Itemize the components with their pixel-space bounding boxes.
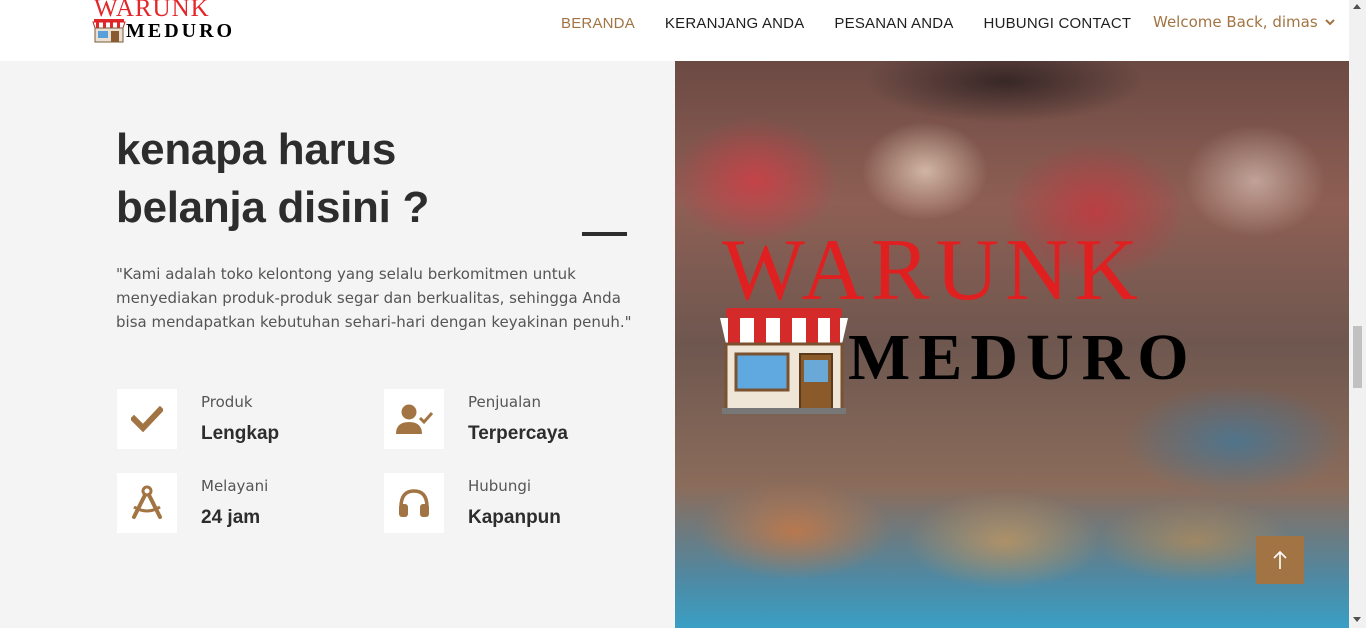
logo-text-bottom: MEDURO [126, 20, 236, 42]
scroll-up-arrow-icon[interactable] [1353, 4, 1361, 9]
about-description: "Kami adalah toko kelontong yang selalu … [116, 265, 632, 331]
feature-value: Terpercaya [468, 423, 568, 444]
feature-icon-box [117, 389, 177, 449]
shop-icon [720, 308, 848, 414]
nav-item-hubungi[interactable]: HUBUNGI CONTACT [984, 15, 1132, 32]
main-nav: BERANDA KERANJANG ANDA PESANAN ANDA HUBU… [546, 0, 1161, 46]
nav-item-keranjang[interactable]: KERANJANG ANDA [665, 15, 805, 32]
brand-logo[interactable]: WARUNK MEDURO [92, 0, 252, 46]
feature-hubungi: Hubungi Kapanpun [384, 473, 624, 533]
feature-value: Kapanpun [468, 507, 561, 528]
nav-item-beranda[interactable]: BERANDA [561, 15, 635, 32]
compass-drafting-icon [132, 485, 162, 519]
section-heading: kenapa harus belanja disini ? [116, 121, 536, 237]
headphones-icon [399, 489, 429, 517]
scroll-down-arrow-icon[interactable] [1353, 617, 1361, 622]
feature-label: Hubungi [468, 477, 532, 495]
feature-icon-box [384, 473, 444, 533]
feature-label: Produk [201, 393, 253, 411]
page-scrollbar[interactable] [1349, 0, 1366, 628]
nav-item-pesanan[interactable]: PESANAN ANDA [834, 15, 953, 32]
feature-penjualan: Penjualan Terpercaya [384, 389, 624, 449]
shop-icon [92, 19, 126, 43]
feature-icon-box [384, 389, 444, 449]
feature-produk: Produk Lengkap [117, 389, 357, 449]
heading-line-1: kenapa harus [116, 125, 397, 174]
scrollbar-thumb[interactable] [1353, 326, 1362, 388]
hero-logo-text-bottom: MEDURO [848, 321, 1197, 394]
heading-divider [582, 232, 627, 236]
chevron-down-icon [1324, 19, 1335, 26]
welcome-text: Welcome Back, dimas [1153, 13, 1318, 31]
feature-label: Melayani [201, 477, 269, 495]
feature-label: Penjualan [468, 393, 541, 411]
user-check-icon [396, 404, 434, 434]
hero-logo-text-top: WARUNK [722, 222, 1145, 319]
arrow-up-icon [1273, 550, 1287, 569]
check-icon [131, 406, 163, 432]
feature-value: 24 jam [201, 507, 261, 528]
feature-melayani: Melayani 24 jam [117, 473, 357, 533]
user-menu-toggle[interactable]: Welcome Back, dimas [1153, 13, 1336, 31]
navbar: WARUNK MEDURO BERANDA KERANJANG ANDA PES… [0, 0, 1349, 61]
feature-value: Lengkap [201, 423, 280, 444]
heading-line-2: belanja disini ? [116, 183, 430, 232]
feature-icon-box [117, 473, 177, 533]
back-to-top-button[interactable] [1256, 536, 1304, 584]
